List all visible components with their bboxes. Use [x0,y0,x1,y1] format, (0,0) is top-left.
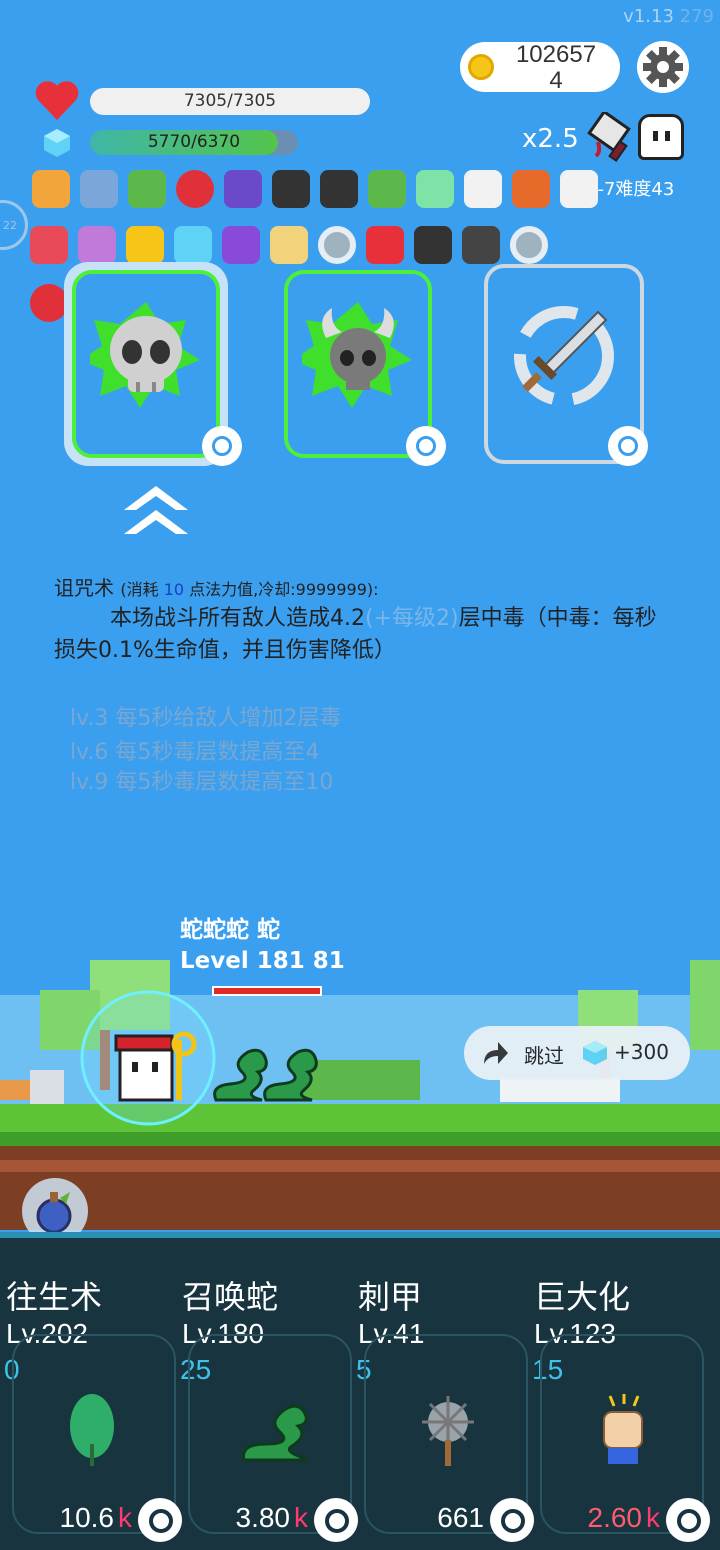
skill-name: 刺甲 [358,1278,423,1316]
skip-label: 跳过 [524,1044,564,1068]
leaf-icon [70,1394,114,1466]
snake-enemies [213,1048,318,1102]
book-icon[interactable] [32,170,70,208]
wing-icon[interactable] [464,170,502,208]
skill-name: 往生术 [6,1278,103,1316]
ground-dirt [0,1146,720,1230]
skip-button[interactable]: 跳过 +300 [464,1026,690,1080]
unicorn-icon[interactable] [78,226,116,264]
effect-per-level: (+每级2) [365,606,459,631]
ghost-icon[interactable] [638,114,684,160]
wizard-hat-icon[interactable] [224,170,262,208]
enemy-hp-bar [212,986,322,996]
level-bonus-6: lv.6 每5秒毒层数提高至4 [70,740,320,765]
watermelon-icon[interactable] [30,226,68,264]
fist-icon [603,1394,643,1464]
card-refresh-icon[interactable] [202,426,242,466]
slime-icon[interactable] [416,170,454,208]
gem-icon [583,1041,607,1065]
skill-card-curse[interactable] [64,262,242,466]
card-refresh-icon[interactable] [406,426,446,466]
mushroom-icon[interactable] [176,170,214,208]
upgrade-cost: 661 [437,1502,484,1533]
ground-grass-shade [0,1132,720,1146]
settings-gear-icon[interactable] [636,40,690,94]
panel-top-border [0,1232,720,1238]
skull-icon [90,302,200,408]
upgrade-button[interactable] [490,1498,534,1542]
upgrade-cost: 10.6 k [59,1502,133,1533]
upgrade-button[interactable] [314,1498,358,1542]
potion-icon [36,1192,72,1234]
effect-text: 本场战斗所有敌人造成4.2 [110,606,365,631]
mp-bar: 5770/6370 [90,130,298,155]
skill-description: 诅咒术 (消耗 10 点法力值,冷却:9999999): 本场战斗所有敌人造成4… [54,572,664,667]
coin-counter: 102657 4 [460,41,620,94]
disc-icon[interactable] [510,226,548,264]
shield-icon[interactable] [80,170,118,208]
enemy-levels: Level 181 81 [180,948,345,974]
hp-bar: 7305/7305 [90,88,370,115]
mp-text: 5770/6370 [147,132,241,152]
potted-plant-icon[interactable] [368,170,406,208]
disc-icon[interactable] [318,226,356,264]
enemy-names: 蛇蛇蛇 蛇 [180,917,281,943]
spiked-mace-icon [422,1396,474,1466]
upgrade-button[interactable] [138,1498,182,1542]
cauldron-icon[interactable] [272,170,310,208]
sun-icon[interactable] [126,226,164,264]
crystal-ball-icon[interactable] [222,226,260,264]
tree-icon[interactable] [128,170,166,208]
forward-arrow-icon [484,1042,508,1064]
cost-prefix: (消耗 [120,580,159,599]
skill-title: 诅咒术 [54,576,114,600]
upgrade-cost: 2.60 k [587,1502,661,1533]
skill-card-sword[interactable] [482,262,648,466]
upgrade-arrows-icon [124,486,188,534]
speed-multiplier[interactable]: x2.5 [522,124,579,154]
apple-icon[interactable] [30,284,68,322]
mana-crystal-icon [44,129,70,157]
skill-card-viking[interactable] [276,262,446,466]
difficulty-label: 6-7难度43 [586,179,675,200]
heart-icon [35,81,79,120]
skull-tombstone-icon[interactable] [462,226,500,264]
coin-icon [468,54,494,80]
card-refresh-icon[interactable] [608,426,648,466]
cost-suffix: 点法力值,冷却:9999999): [189,580,379,599]
skip-reward: +300 [614,1040,669,1064]
ground-dirt-stripe [0,1160,720,1172]
sneaker-icon[interactable] [366,226,404,264]
skill-name: 召唤蛇 [182,1278,279,1316]
snake-icon [241,1404,308,1462]
cauldron-icon[interactable] [414,226,452,264]
upgrade-button[interactable] [666,1498,710,1542]
flame-icon[interactable] [512,170,550,208]
level-bonus-9: lv.9 每5秒毒层数提高至10 [70,770,334,795]
wing-icon[interactable] [560,170,598,208]
cleaver-icon[interactable] [584,112,636,164]
version-label: v1.13 279 [623,6,714,27]
scroll-icon[interactable] [270,226,308,264]
hero-character [114,1031,197,1102]
skill-name: 巨大化 [534,1278,631,1316]
sword-icon [514,306,614,406]
coin-amount: 102657 4 [515,41,597,94]
level-bonus-3: lv.3 每5秒给敌人增加2层毒 [70,706,342,731]
cost-value: 10 [163,580,185,599]
upgrade-cost: 3.80 k [235,1502,309,1533]
viking-skull-icon [302,302,412,408]
diamond-icon[interactable] [174,226,212,264]
bat-icon[interactable] [320,170,358,208]
side-tab[interactable]: 22 [0,200,28,250]
